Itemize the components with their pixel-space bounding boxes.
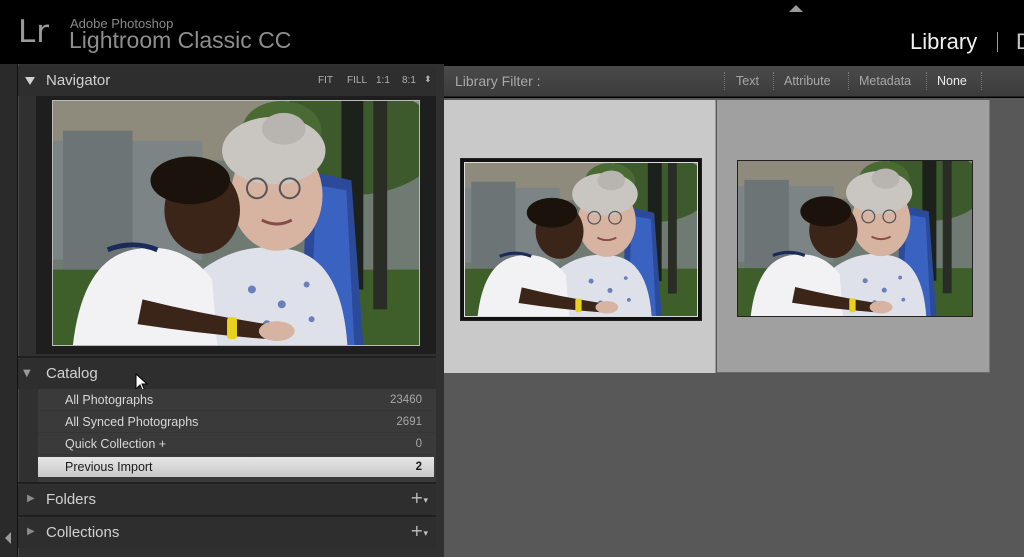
module-library[interactable]: Library bbox=[910, 29, 977, 55]
plus-icon: + bbox=[410, 488, 424, 507]
folders-header[interactable]: ▶ Folders +▾ bbox=[18, 485, 436, 515]
collections-header[interactable]: ▶ Collections +▾ bbox=[18, 518, 436, 548]
catalog-list: All Photographs 23460 All Synced Photogr… bbox=[38, 389, 436, 483]
identity-plate: Lr Adobe Photoshop Lightroom Classic CC … bbox=[0, 0, 1024, 64]
photo-image bbox=[53, 101, 419, 345]
library-filter-bar: Library Filter : Text Attribute Metadata… bbox=[444, 66, 1024, 97]
triangle-right-icon[interactable]: ▶ bbox=[27, 494, 35, 504]
catalog-item-count: 0 bbox=[415, 438, 422, 450]
catalog-item-label: All Photographs bbox=[65, 393, 154, 407]
zoom-8-1-button[interactable]: 8:1 bbox=[402, 75, 422, 86]
lightroom-logo: Lr bbox=[18, 14, 51, 50]
navigator-zoom-options: FIT FILL 1:1 8:1 bbox=[318, 75, 422, 86]
filter-separator bbox=[773, 72, 774, 90]
photo-grid bbox=[444, 98, 1024, 557]
photo-thumbnail[interactable] bbox=[460, 158, 702, 321]
add-collection-button[interactable]: +▾ bbox=[410, 521, 428, 540]
catalog-item-label: All Synced Photographs bbox=[65, 415, 199, 429]
panel-divider bbox=[18, 515, 436, 517]
catalog-item-count: 2 bbox=[415, 461, 422, 473]
zoom-fit-button[interactable]: FIT bbox=[318, 75, 347, 86]
grid-cell[interactable] bbox=[717, 100, 990, 373]
collapse-left-panel-icon[interactable] bbox=[5, 532, 11, 544]
module-develop[interactable]: D bbox=[1016, 29, 1024, 55]
catalog-header[interactable]: ▼ Catalog bbox=[18, 359, 436, 389]
photo-image bbox=[465, 163, 697, 316]
catalog-item-count: 23460 bbox=[390, 394, 422, 406]
panel-divider bbox=[18, 356, 436, 358]
catalog-item-previous-import[interactable]: Previous Import 2 bbox=[38, 457, 434, 478]
plus-icon: + bbox=[410, 521, 424, 540]
navigator-header[interactable]: Navigator FIT FILL 1:1 8:1 ⬍ bbox=[18, 66, 436, 96]
catalog-item-count: 2691 bbox=[396, 416, 422, 428]
zoom-1-1-button[interactable]: 1:1 bbox=[376, 75, 402, 86]
triangle-right-icon[interactable]: ▶ bbox=[27, 527, 35, 537]
navigator-preview-photo[interactable] bbox=[52, 100, 420, 346]
catalog-item-label: Previous Import bbox=[65, 460, 153, 474]
navigator-title: Navigator bbox=[46, 72, 111, 89]
triangle-down-icon[interactable]: ▼ bbox=[23, 369, 31, 379]
library-filter-title: Library Filter : bbox=[455, 73, 541, 89]
catalog-item-all-photographs[interactable]: All Photographs 23460 bbox=[38, 390, 434, 411]
triangle-down-icon[interactable] bbox=[25, 77, 35, 85]
brand-title: Lightroom Classic CC bbox=[69, 27, 292, 53]
zoom-fill-button[interactable]: FILL bbox=[347, 75, 376, 86]
add-folder-button[interactable]: +▾ bbox=[410, 488, 428, 507]
left-panel-edge[interactable] bbox=[0, 64, 18, 557]
photo-image bbox=[738, 161, 972, 316]
zoom-stepper-icon[interactable]: ⬍ bbox=[424, 75, 432, 85]
filter-none-button[interactable]: None bbox=[937, 74, 967, 88]
filter-separator bbox=[724, 72, 725, 90]
folders-title: Folders bbox=[46, 491, 97, 508]
catalog-item-label: Quick Collection + bbox=[65, 437, 167, 451]
filter-attribute-button[interactable]: Attribute bbox=[784, 74, 831, 88]
module-separator bbox=[997, 32, 998, 52]
filter-separator bbox=[848, 72, 849, 90]
collapse-top-panel-icon[interactable] bbox=[789, 5, 803, 12]
catalog-title: Catalog bbox=[46, 365, 98, 382]
catalog-item-quick-collection[interactable]: Quick Collection + 0 bbox=[38, 434, 434, 455]
collections-title: Collections bbox=[46, 524, 120, 541]
catalog-item-all-synced-photographs[interactable]: All Synced Photographs 2691 bbox=[38, 412, 434, 433]
panel-divider bbox=[18, 482, 436, 484]
filter-separator bbox=[926, 72, 927, 90]
filter-metadata-button[interactable]: Metadata bbox=[859, 74, 911, 88]
photo-thumbnail[interactable] bbox=[737, 160, 973, 317]
filter-separator bbox=[981, 72, 982, 90]
grid-cell-selected[interactable] bbox=[444, 100, 716, 373]
filter-text-button[interactable]: Text bbox=[736, 74, 759, 88]
